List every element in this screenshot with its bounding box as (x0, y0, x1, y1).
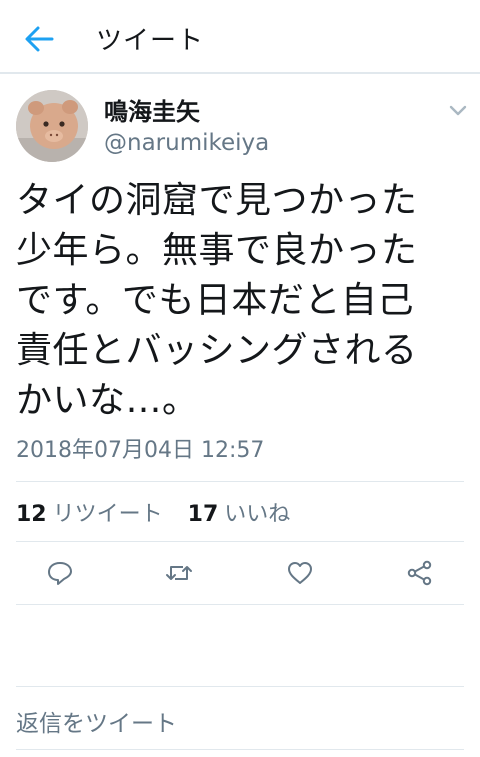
retweets-stat[interactable]: 12 リツイート (16, 496, 163, 528)
share-button[interactable] (405, 558, 435, 588)
share-icon (407, 560, 432, 586)
likes-count: 17 (187, 502, 219, 527)
retweets-count: 12 (16, 502, 47, 527)
like-icon (288, 562, 312, 584)
avatar[interactable] (16, 90, 88, 162)
tweet-text-line: 責任とバッシングされる (16, 330, 418, 371)
divider (16, 686, 464, 687)
avatar-image (16, 90, 88, 162)
divider (16, 541, 464, 542)
tweet-text-line: かいな…。 (16, 380, 199, 421)
divider (16, 604, 464, 605)
page-title: ツイート (96, 26, 205, 56)
reply-input[interactable]: 返信をツイート (16, 704, 177, 738)
tweet-text: タイの洞窟で見つかった 少年ら。無事で良かった です。でも日本だと自己 責任とバ… (16, 176, 456, 426)
divider (16, 481, 464, 482)
retweet-button[interactable] (164, 558, 194, 588)
retweet-icon (166, 566, 192, 580)
divider (16, 749, 464, 750)
reply-icon (48, 562, 72, 585)
likes-label: いいね (224, 502, 291, 527)
author-display-name[interactable]: 鳴海圭矢 (104, 92, 200, 127)
back-button[interactable] (22, 24, 56, 54)
tweet-timestamp: 2018年07月04日 12:57 (16, 438, 265, 463)
likes-stat[interactable]: 17 いいね (188, 496, 291, 528)
tweet-stats: 12 リツイート 17 いいね (16, 496, 308, 528)
chevron-down-icon (449, 105, 467, 116)
reply-button[interactable] (45, 558, 75, 588)
tweet-text-line: です。でも日本だと自己 (16, 280, 414, 321)
author-handle[interactable]: @narumikeiya (104, 130, 269, 156)
arrow-left-icon (25, 26, 54, 52)
like-button[interactable] (285, 558, 315, 588)
tweet-text-line: 少年ら。無事で良かった (16, 230, 418, 271)
retweets-label: リツイート (52, 502, 163, 527)
tweet-text-line: タイの洞窟で見つかった (16, 180, 418, 221)
tweet-menu-button[interactable] (444, 98, 472, 122)
top-app-bar: ツイート (0, 0, 480, 74)
